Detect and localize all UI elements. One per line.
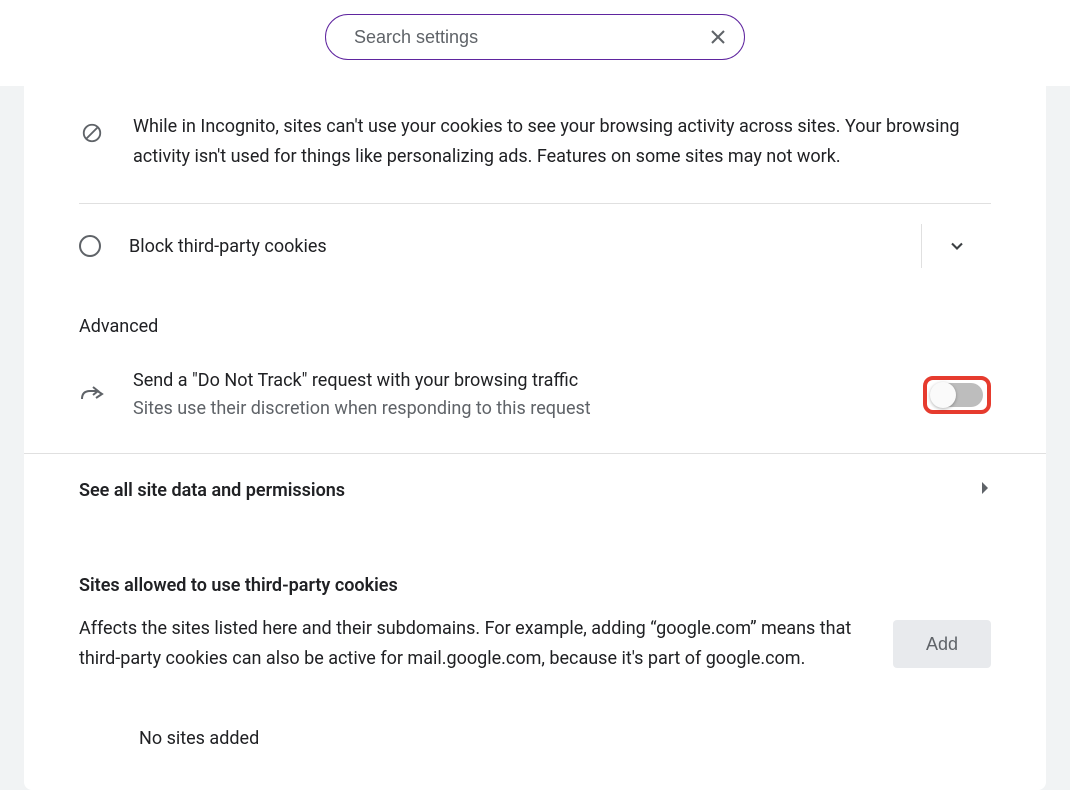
block-third-party-cookies-label: Block third-party cookies — [129, 236, 893, 257]
chevron-right-icon — [979, 480, 991, 501]
page-body: While in Incognito, sites can't use your… — [0, 86, 1070, 790]
highlighted-toggle — [923, 376, 991, 414]
chevron-down-icon — [947, 236, 967, 256]
do-not-track-toggle[interactable] — [931, 383, 983, 407]
incognito-info: While in Incognito, sites can't use your… — [24, 86, 1046, 203]
redirect-icon — [79, 385, 105, 405]
incognito-text: While in Incognito, sites can't use your… — [133, 112, 991, 172]
no-sites-added-label: No sites added — [24, 686, 1046, 749]
see-all-label: See all site data and permissions — [79, 480, 345, 501]
allowed-sites-body: Affects the sites listed here and their … — [79, 614, 991, 674]
allowed-sites-description: Affects the sites listed here and their … — [79, 614, 863, 674]
do-not-track-title: Send a "Do Not Track" request with your … — [133, 367, 895, 395]
advanced-header: Advanced — [24, 290, 1046, 345]
allowed-sites-title: Sites allowed to use third-party cookies — [79, 575, 991, 596]
do-not-track-row: Send a "Do Not Track" request with your … — [24, 345, 1046, 454]
block-third-party-cookies-row[interactable]: Block third-party cookies — [24, 204, 1046, 290]
close-icon[interactable] — [706, 25, 730, 49]
header-bar — [0, 0, 1070, 86]
allowed-sites-section: Sites allowed to use third-party cookies… — [24, 529, 1046, 686]
expand-button[interactable] — [921, 224, 991, 268]
search-box[interactable] — [325, 14, 745, 60]
settings-card: While in Incognito, sites can't use your… — [24, 86, 1046, 790]
toggle-knob — [930, 382, 956, 408]
add-button[interactable]: Add — [893, 620, 991, 668]
do-not-track-text: Send a "Do Not Track" request with your … — [133, 367, 895, 423]
do-not-track-subtitle: Sites use their discretion when respondi… — [133, 395, 895, 423]
radio-icon[interactable] — [79, 235, 101, 257]
search-input[interactable] — [354, 27, 706, 48]
see-all-site-data-row[interactable]: See all site data and permissions — [24, 454, 1046, 529]
block-icon — [79, 112, 105, 144]
